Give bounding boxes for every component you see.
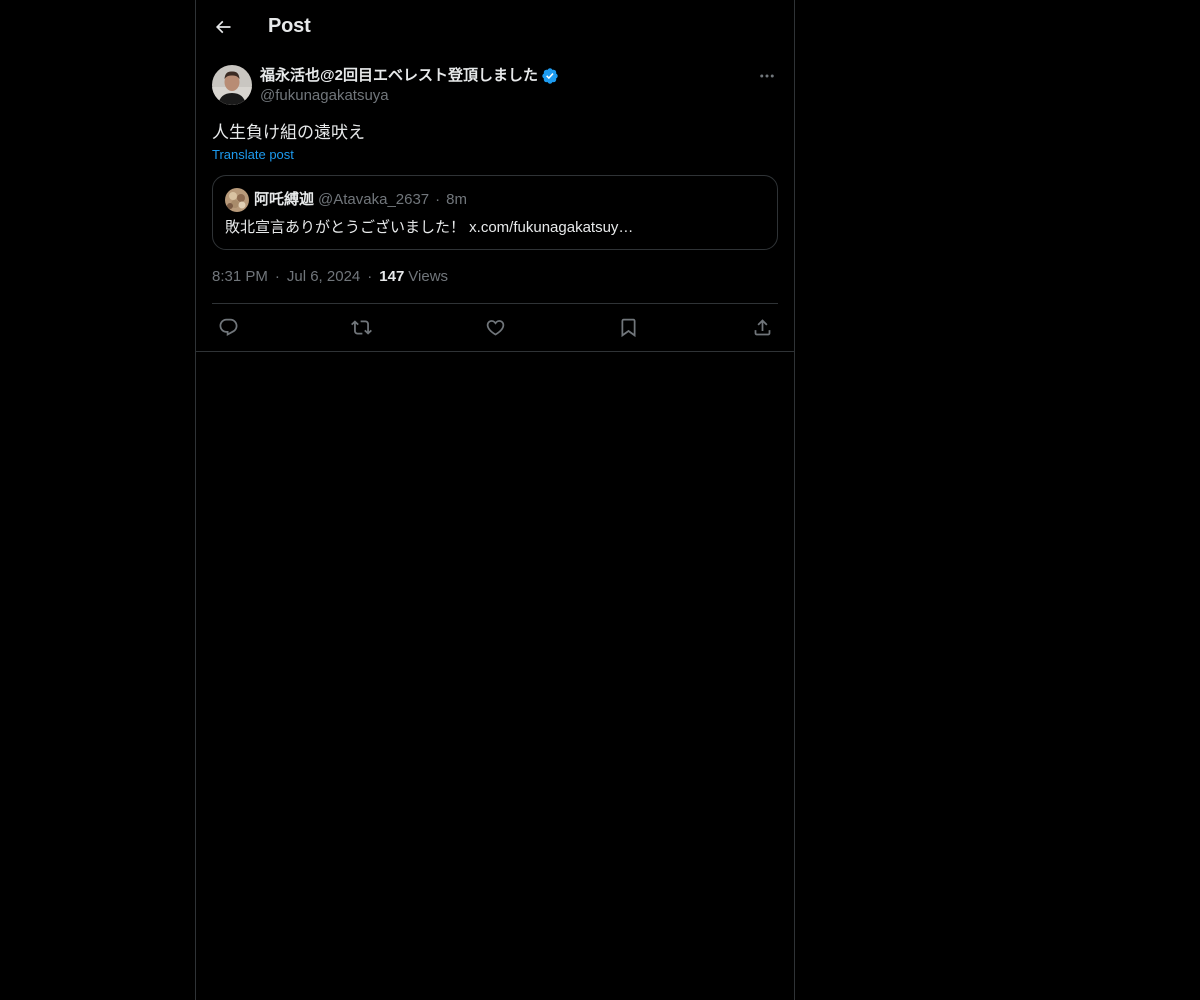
- author-row: 福永活也@2回目エベレスト登頂しました @fukunagakatsuya: [212, 65, 778, 106]
- meta-separator: ·: [274, 268, 280, 285]
- post-text: 人生負け組の遠吠え: [212, 123, 365, 142]
- repost-icon: [351, 320, 372, 335]
- avatar-image: [212, 65, 252, 105]
- post-date[interactable]: Jul 6, 2024: [287, 267, 360, 287]
- author-handle[interactable]: @fukunagakatsuya: [260, 86, 559, 106]
- author-name-row[interactable]: 福永活也@2回目エベレスト登頂しました: [260, 66, 559, 86]
- quoted-post-header: 阿吒縛迦 @Atavaka_2637 · 8m: [225, 188, 765, 212]
- author-text: 福永活也@2回目エベレスト登頂しました @fukunagakatsuya: [260, 65, 559, 106]
- post-meta: 8:31 PM · Jul 6, 2024 · 147 Views: [212, 267, 778, 287]
- like-button[interactable]: [483, 316, 507, 340]
- like-icon: [486, 320, 504, 336]
- bookmark-button[interactable]: [617, 316, 641, 340]
- page-header: Post: [196, 0, 794, 53]
- share-icon: [754, 319, 770, 336]
- quoted-text: 敗北宣言ありがとうございました！ x.com/fukunagakatsuy…: [225, 219, 634, 236]
- quoted-display-name: 阿吒縛迦: [254, 191, 315, 208]
- action-bar: [212, 303, 778, 351]
- quoted-time: 8m: [446, 191, 467, 208]
- reply-icon: [219, 318, 237, 336]
- views-label: Views: [408, 268, 449, 285]
- avatar[interactable]: [212, 65, 252, 105]
- reply-button[interactable]: [216, 316, 240, 340]
- repost-button[interactable]: [350, 316, 374, 340]
- post: 福永活也@2回目エベレスト登頂しました @fukunagakatsuya 人生負…: [196, 65, 794, 351]
- quoted-handle: @Atavaka_2637: [318, 191, 430, 208]
- arrow-left-icon: [215, 20, 231, 33]
- more-horizontal-icon: [760, 74, 774, 78]
- author-display-name[interactable]: 福永活也@2回目エベレスト登頂しました: [260, 66, 538, 86]
- bookmark-icon: [621, 318, 636, 338]
- page-title: Post: [268, 15, 311, 37]
- share-button[interactable]: [750, 316, 774, 340]
- back-button[interactable]: [212, 16, 234, 38]
- post-divider: [196, 351, 794, 352]
- quoted-avatar: [225, 188, 249, 212]
- post-time[interactable]: 8:31 PM: [212, 267, 268, 287]
- main-column: Post 福永活也@2回目エベレスト登頂しました @fukunagakatsuy…: [195, 0, 795, 1000]
- translate-post-link[interactable]: Translate post: [212, 146, 778, 164]
- verified-badge-icon: [542, 68, 558, 84]
- meta-separator: ·: [367, 268, 373, 285]
- quoted-post[interactable]: 阿吒縛迦 @Atavaka_2637 · 8m 敗北宣言ありがとうございました！…: [212, 175, 778, 250]
- quoted-separator: ·: [435, 191, 441, 208]
- views-count: 147: [379, 268, 405, 285]
- more-options-button[interactable]: [756, 67, 778, 85]
- quoted-avatar-image: [225, 188, 249, 212]
